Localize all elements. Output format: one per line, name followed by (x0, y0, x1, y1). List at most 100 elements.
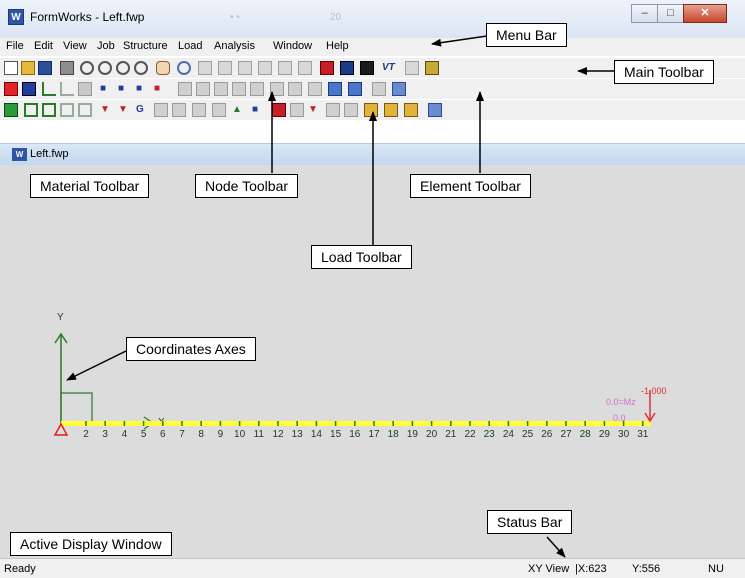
callout-coordinates-axes: Coordinates Axes (126, 337, 256, 361)
load-eccentric-icon[interactable] (172, 103, 186, 117)
menu-structure[interactable]: Structure (123, 40, 168, 52)
element-release-icon[interactable] (250, 82, 264, 96)
load-case-icon[interactable] (4, 103, 18, 117)
menu-load[interactable]: Load (178, 40, 202, 52)
new-icon[interactable] (4, 61, 18, 75)
view-down-icon[interactable] (278, 61, 292, 75)
element-edit-icon[interactable] (392, 82, 406, 96)
load-r3-icon[interactable] (404, 103, 418, 117)
callout-active-display-window: Active Display Window (10, 532, 172, 556)
callout-menu-bar: Menu Bar (486, 23, 567, 47)
material-j-icon[interactable] (4, 82, 18, 96)
app-icon[interactable]: W (8, 9, 24, 25)
load-g2-icon[interactable] (60, 103, 74, 117)
load-area-icon[interactable] (212, 103, 226, 117)
element-frame-icon[interactable] (328, 82, 342, 96)
load-edit-icon[interactable] (428, 103, 442, 117)
ghost-title-fragment: • • (230, 12, 240, 23)
load-g3-icon[interactable] (78, 103, 92, 117)
view-xz-icon[interactable] (238, 61, 252, 75)
zoom-in-icon[interactable] (98, 61, 112, 75)
save-black-icon[interactable] (360, 61, 374, 75)
redraw-icon[interactable] (177, 61, 191, 75)
load-view-icon[interactable] (344, 103, 358, 117)
load-point-icon[interactable]: ▲ (232, 103, 246, 117)
load-bars-icon[interactable] (272, 103, 286, 117)
callout-load-toolbar: Load Toolbar (311, 245, 412, 269)
menu-window[interactable]: Window (273, 40, 312, 52)
status-bar: Ready XY View |X:623 Y:556 NU (0, 558, 745, 578)
load-r2-icon[interactable] (384, 103, 398, 117)
active-display-window[interactable] (0, 165, 745, 558)
element-diag-icon[interactable] (196, 82, 210, 96)
minimize-icon[interactable]: – (631, 4, 657, 23)
vt-icon[interactable]: VT (382, 61, 402, 75)
save-red-icon[interactable] (320, 61, 334, 75)
view-up-icon[interactable] (258, 61, 272, 75)
load-g1-icon[interactable] (42, 103, 56, 117)
material-delete-icon[interactable] (60, 82, 74, 96)
load-t-icon[interactable] (290, 103, 304, 117)
node-move-icon[interactable]: ■ (118, 82, 132, 96)
view-3d-icon[interactable] (298, 61, 312, 75)
zoom-all-icon[interactable] (134, 61, 148, 75)
menu-job[interactable]: Job (97, 40, 115, 52)
view-zy-icon[interactable] (218, 61, 232, 75)
node-delete-icon[interactable]: ■ (154, 82, 168, 96)
element-list-icon[interactable] (288, 82, 302, 96)
menu-analysis[interactable]: Analysis (214, 40, 255, 52)
element-split-icon[interactable] (232, 82, 246, 96)
zoom-out-icon[interactable] (116, 61, 130, 75)
book-icon[interactable] (425, 61, 439, 75)
load-combo-icon[interactable] (24, 103, 38, 117)
zoom-window-icon[interactable] (80, 61, 94, 75)
material-s-icon[interactable] (22, 82, 36, 96)
material-list-icon[interactable] (78, 82, 92, 96)
save-icon[interactable] (38, 61, 52, 75)
load-g-icon[interactable]: G (136, 103, 150, 117)
callout-material-toolbar: Material Toolbar (30, 174, 150, 198)
node-add-icon[interactable]: ■ (100, 82, 114, 96)
window-controls: – □ ✕ (631, 4, 727, 24)
title-bar: W FormWorks - Left.fwp • • 20 – □ ✕ (0, 0, 745, 38)
document-title: Left.fwp (30, 148, 69, 160)
element-grid-icon[interactable] (308, 82, 322, 96)
status-mode: NU (708, 563, 724, 575)
load-dist-icon[interactable]: ▼ (118, 103, 132, 117)
element-copy-icon[interactable] (214, 82, 228, 96)
menu-view[interactable]: View (63, 40, 87, 52)
open-icon[interactable] (21, 61, 35, 75)
print-icon[interactable] (60, 61, 74, 75)
load-node-icon[interactable]: ▼ (100, 103, 114, 117)
view-xy-icon[interactable] (198, 61, 212, 75)
menu-edit[interactable]: Edit (34, 40, 53, 52)
menu-bar: File Edit View Job Structure Load Analys… (0, 38, 745, 56)
load-temp-icon[interactable] (154, 103, 168, 117)
callout-main-toolbar: Main Toolbar (614, 60, 714, 84)
document-titlebar[interactable]: W Left.fwp (0, 143, 745, 165)
material-edit-icon[interactable] (42, 82, 56, 96)
save-blue-icon[interactable] (340, 61, 354, 75)
load-r1-icon[interactable] (364, 103, 378, 117)
status-ready: Ready (4, 563, 36, 575)
callout-node-toolbar: Node Toolbar (195, 174, 299, 198)
callout-element-toolbar: Element Toolbar (410, 174, 531, 198)
node-support-icon[interactable]: ■ (136, 82, 150, 96)
maximize-icon[interactable]: □ (657, 4, 683, 23)
load-list-icon[interactable] (326, 103, 340, 117)
close-icon[interactable]: ✕ (683, 4, 727, 23)
load-toolbar: ▼ ▼ G ▲ ■ ▼ (0, 100, 745, 120)
load-y-icon[interactable]: ▼ (308, 103, 322, 117)
load-pattern-icon[interactable] (192, 103, 206, 117)
window-title: FormWorks - Left.fwp (30, 10, 145, 24)
element-offset-icon[interactable] (270, 82, 284, 96)
load-fr-icon[interactable]: ■ (252, 103, 266, 117)
element-add-icon[interactable] (178, 82, 192, 96)
element-prop-icon[interactable] (372, 82, 386, 96)
menu-help[interactable]: Help (326, 40, 349, 52)
element-section-icon[interactable] (348, 82, 362, 96)
menu-file[interactable]: File (6, 40, 24, 52)
pan-icon[interactable] (156, 61, 170, 75)
callout-status-bar: Status Bar (487, 510, 573, 534)
grid-icon[interactable] (405, 61, 419, 75)
